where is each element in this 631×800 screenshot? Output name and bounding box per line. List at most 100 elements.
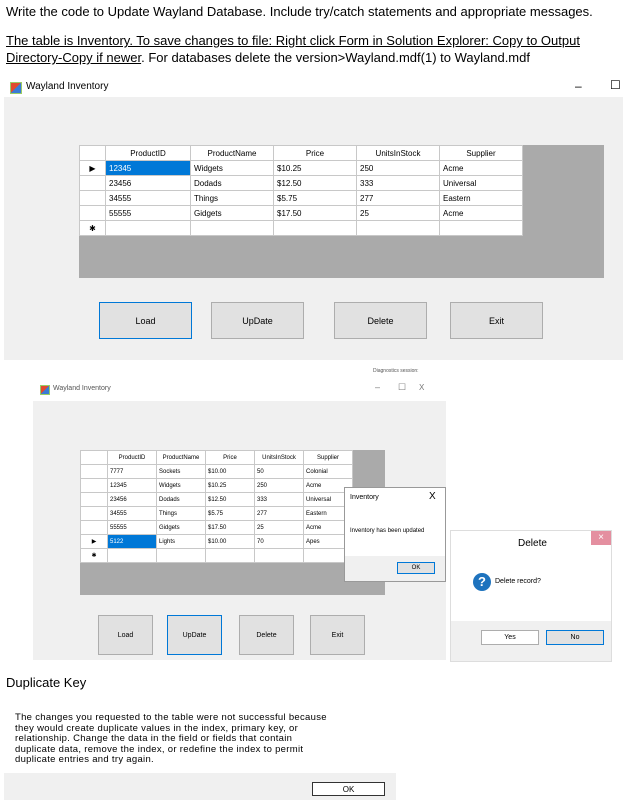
table-row[interactable]: 55555 Gidgets $17.50 25 Acme [80,520,353,535]
table-row[interactable]: ▶ 5122 Lights $10.00 70 Apes [80,534,353,549]
cell[interactable]: Widgets [190,160,274,176]
cell[interactable]: $10.25 [205,478,255,493]
update-button-2[interactable]: UpDate [167,615,222,655]
cell[interactable] [356,220,440,236]
table-row[interactable]: 55555 Gidgets $17.50 25 Acme [79,205,523,221]
delete-button-2[interactable]: Delete [239,615,294,655]
cell[interactable]: Lights [156,534,206,549]
cell[interactable]: Sockets [156,464,206,479]
cell[interactable]: 50 [254,464,304,479]
cell[interactable]: 25 [356,205,440,221]
table-row[interactable]: 23456 Dodads $12.50 333 Universal [80,492,353,507]
column-header[interactable]: ProductName [190,145,274,161]
cell[interactable]: 25 [254,520,304,535]
cell[interactable]: Gidgets [190,205,274,221]
cell[interactable]: Things [156,506,206,521]
ok-button[interactable]: OK [312,782,385,796]
cell[interactable]: $10.00 [205,464,255,479]
column-header[interactable]: ProductName [156,450,206,465]
table-row[interactable]: 34555 Things $5.75 277 Eastern [80,506,353,521]
minimize-icon[interactable]: – [375,382,380,392]
cell[interactable]: Dodads [156,492,206,507]
table-row[interactable]: 34555 Things $5.75 277 Eastern [79,190,523,206]
column-header[interactable]: Supplier [303,450,353,465]
column-header[interactable]: ProductID [107,450,157,465]
cell[interactable] [273,220,357,236]
table-row[interactable]: 12345 Widgets $10.25 250 Acme [80,478,353,493]
cell[interactable]: Eastern [439,190,523,206]
cell[interactable]: 12345 [105,160,191,176]
row-header[interactable] [80,520,108,535]
cell[interactable]: $12.50 [273,175,357,191]
cell[interactable]: Universal [439,175,523,191]
column-header[interactable]: Price [273,145,357,161]
ok-button[interactable]: OK [397,562,435,574]
cell[interactable]: 55555 [107,520,157,535]
delete-button[interactable]: Delete [334,302,427,339]
cell[interactable]: Acme [439,205,523,221]
cell[interactable]: Widgets [156,478,206,493]
cell[interactable]: 23456 [105,175,191,191]
close-icon[interactable]: × [591,531,611,545]
cell[interactable]: 70 [254,534,304,549]
yes-button[interactable]: Yes [481,630,539,645]
cell[interactable]: $5.75 [205,506,255,521]
inventory-table[interactable]: ProductID ProductName Price UnitsInStock… [79,145,523,236]
cell[interactable]: $10.00 [205,534,255,549]
cell[interactable]: 333 [254,492,304,507]
table-row[interactable]: ▶ 12345 Widgets $10.25 250 Acme [79,160,523,176]
table-row[interactable]: 23456 Dodads $12.50 333 Universal [79,175,523,191]
exit-button-2[interactable]: Exit [310,615,365,655]
cell[interactable]: Acme [439,160,523,176]
cell[interactable]: 5122 [107,534,157,549]
cell[interactable]: 12345 [107,478,157,493]
update-button[interactable]: UpDate [211,302,304,339]
cell[interactable]: 34555 [105,190,191,206]
cell[interactable]: $17.50 [273,205,357,221]
close-icon[interactable]: X [419,383,424,392]
cell[interactable]: $5.75 [273,190,357,206]
row-header[interactable] [80,492,108,507]
cell[interactable]: $10.25 [273,160,357,176]
cell[interactable]: Dodads [190,175,274,191]
new-row[interactable]: ✱ [80,548,353,563]
cell[interactable]: 250 [254,478,304,493]
maximize-icon[interactable]: ☐ [610,78,621,92]
column-header[interactable]: UnitsInStock [254,450,304,465]
new-row[interactable]: ✱ [79,220,523,236]
row-header[interactable] [79,190,106,206]
column-header[interactable]: UnitsInStock [356,145,440,161]
cell[interactable] [107,548,157,563]
exit-button[interactable]: Exit [450,302,543,339]
cell[interactable]: 277 [356,190,440,206]
load-button-2[interactable]: Load [98,615,153,655]
row-header[interactable] [79,175,106,191]
table-row[interactable]: 7777 Sockets $10.00 50 Colonial [80,464,353,479]
cell[interactable] [105,220,191,236]
row-header[interactable] [79,205,106,221]
column-header[interactable]: Price [205,450,255,465]
row-header[interactable] [80,478,108,493]
no-button[interactable]: No [546,630,604,645]
load-button[interactable]: Load [99,302,192,339]
cell[interactable]: $12.50 [205,492,255,507]
cell[interactable]: 55555 [105,205,191,221]
close-icon[interactable]: X [429,491,436,502]
cell[interactable] [156,548,206,563]
cell[interactable] [205,548,255,563]
column-header[interactable]: ProductID [105,145,191,161]
cell[interactable] [254,548,304,563]
cell[interactable]: 250 [356,160,440,176]
cell[interactable]: 7777 [107,464,157,479]
cell[interactable]: Things [190,190,274,206]
maximize-icon[interactable]: ☐ [398,382,406,393]
row-header[interactable] [80,464,108,479]
cell[interactable]: 34555 [107,506,157,521]
cell[interactable]: 333 [356,175,440,191]
column-header[interactable]: Supplier [439,145,523,161]
row-header[interactable] [80,506,108,521]
cell[interactable] [190,220,274,236]
cell[interactable]: Gidgets [156,520,206,535]
cell[interactable]: $17.50 [205,520,255,535]
cell[interactable]: 277 [254,506,304,521]
